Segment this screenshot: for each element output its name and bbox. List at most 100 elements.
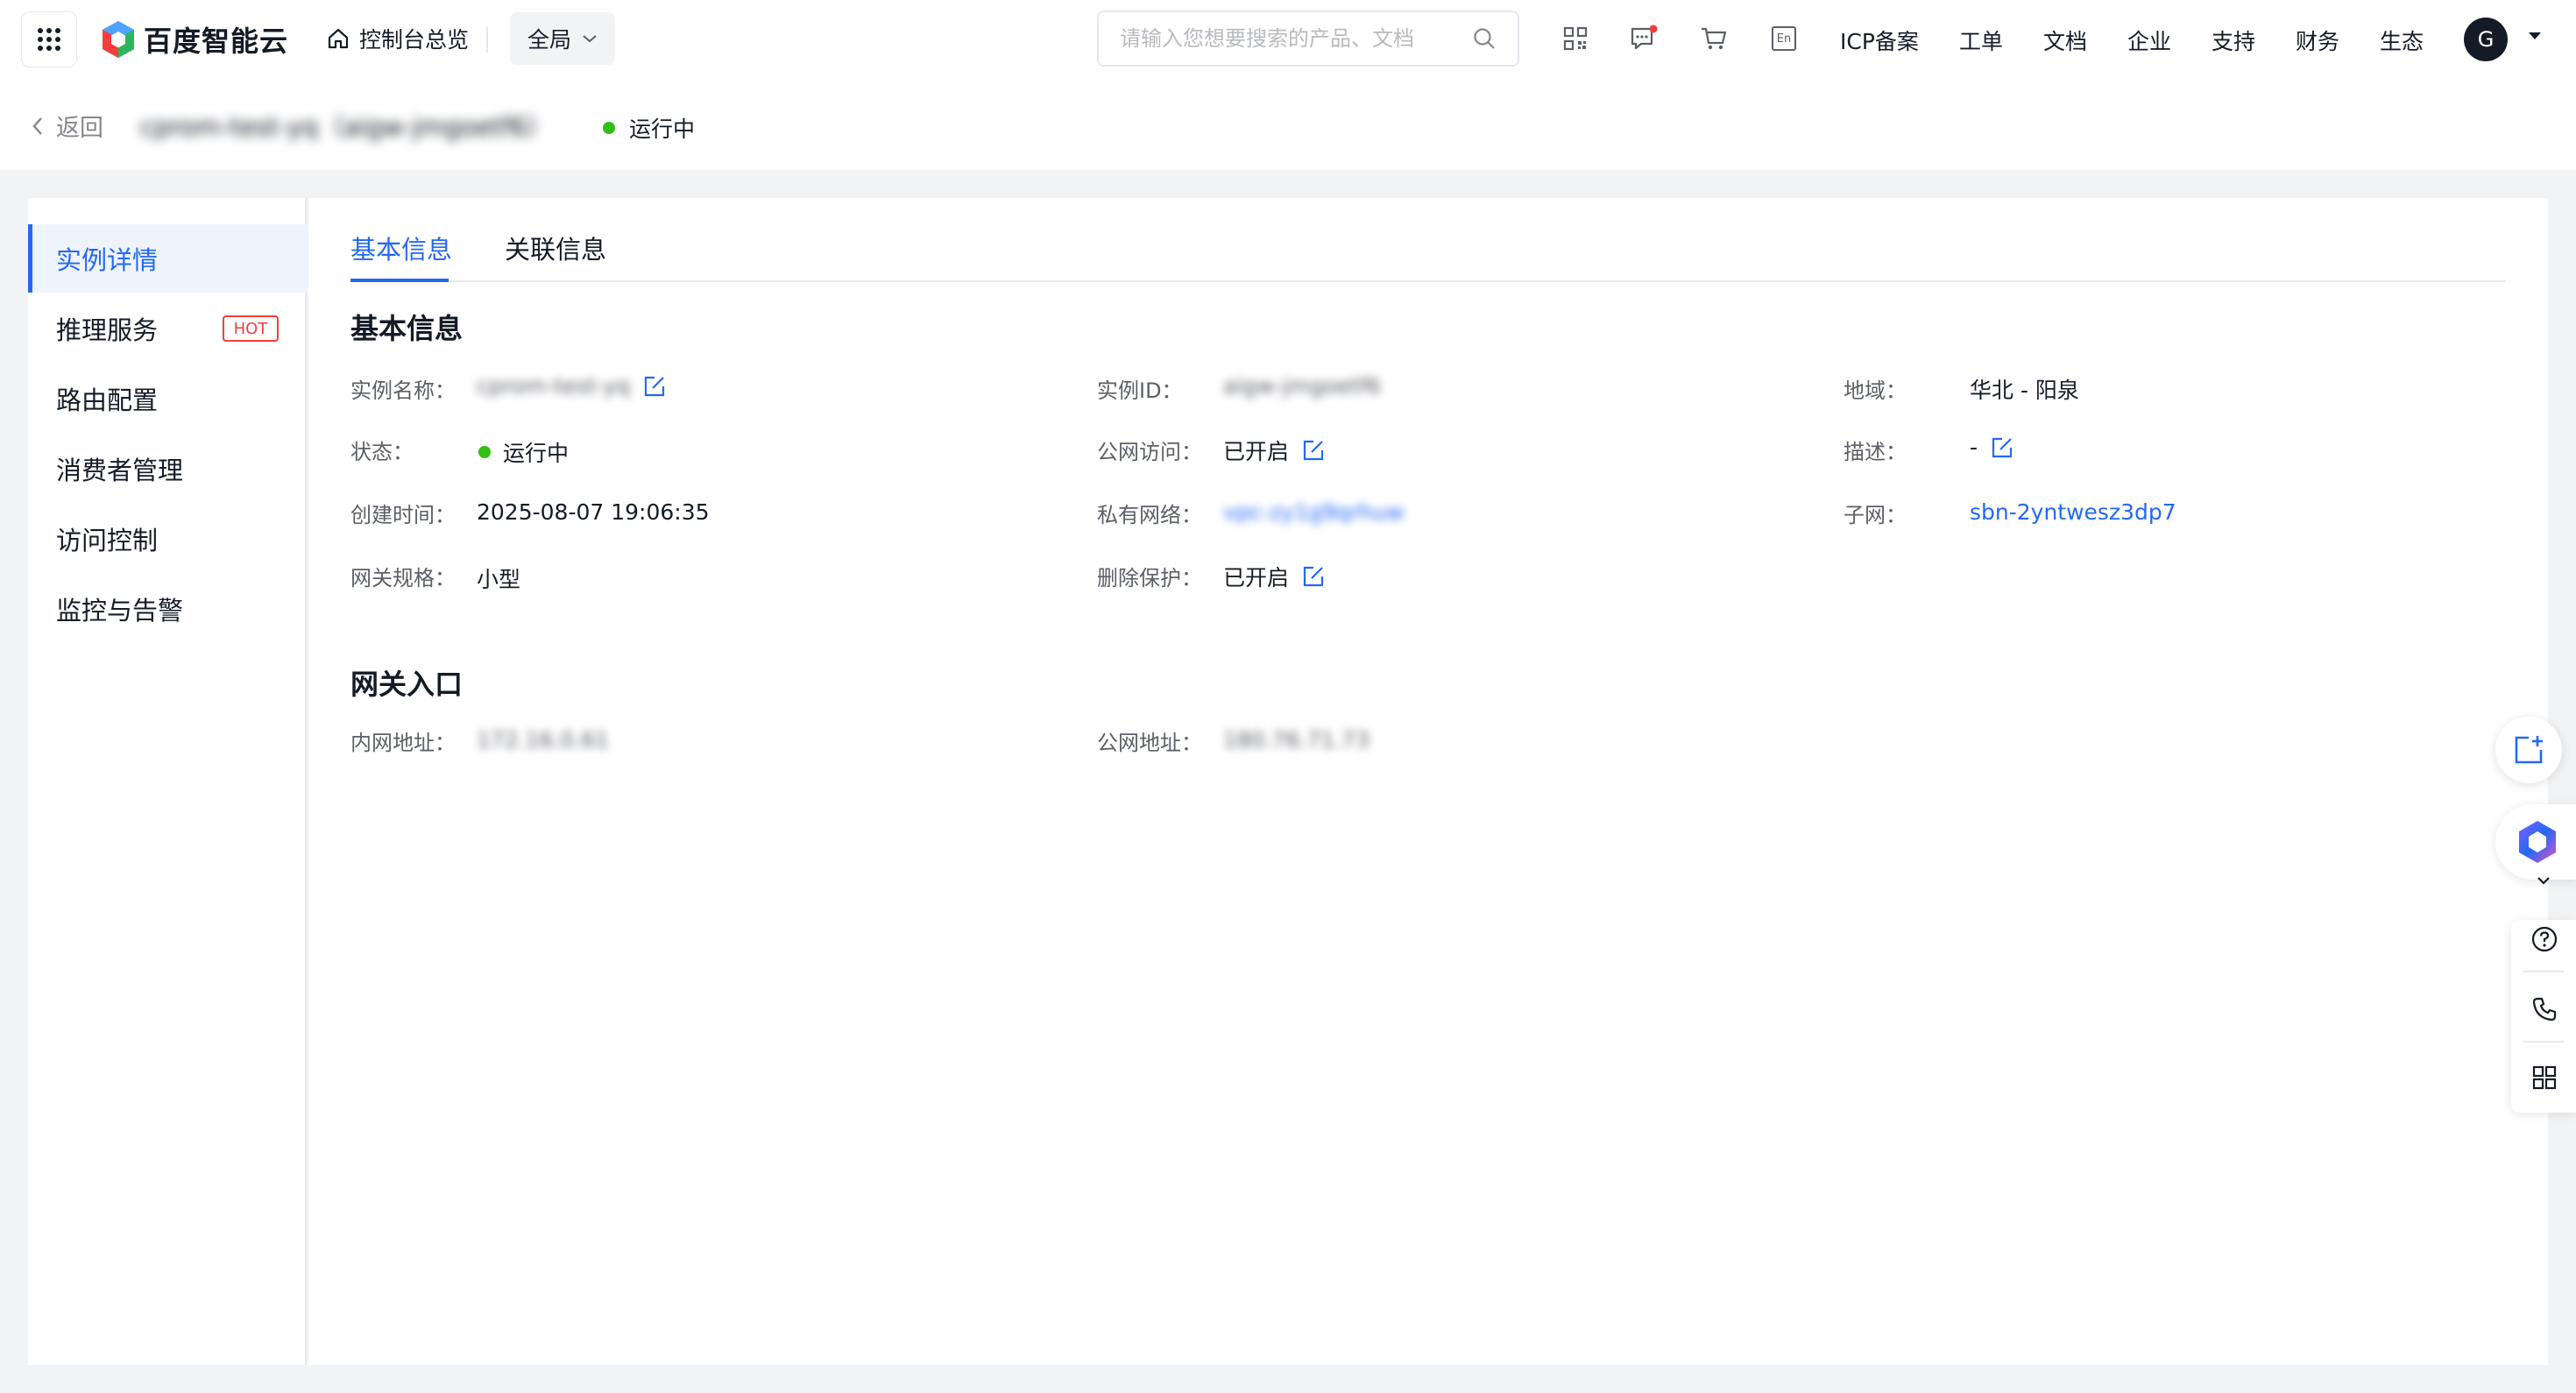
sidebar-item-access-control[interactable]: 访问控制: [28, 505, 307, 573]
subnet-label: 子网：: [1844, 503, 1907, 527]
region-scope-select[interactable]: 全局: [510, 12, 615, 65]
caret-down-icon[interactable]: [2527, 30, 2543, 42]
side-tools-panel: [2511, 877, 2576, 1113]
gateway-spec-label: 网关规格：: [350, 566, 456, 590]
ai-assistant-icon: [2519, 821, 2556, 863]
float-new-window-button[interactable]: [2495, 717, 2562, 783]
instance-name-value: cprom-test-yq: [477, 373, 667, 399]
basic-info-title: 基本信息: [350, 312, 464, 345]
tab-basic-info[interactable]: 基本信息: [350, 230, 452, 266]
region-value: 华北 - 阳泉: [1970, 378, 2079, 403]
scope-label: 全局: [527, 27, 571, 53]
baidu-cloud-logo-icon: [103, 21, 134, 58]
sidebar-item-label: 监控与告警: [56, 596, 184, 626]
avatar-letter: G: [2477, 27, 2495, 52]
delete-protection-value: 已开启: [1223, 561, 1326, 592]
created-time-label: 创建时间：: [350, 503, 456, 527]
sidebar-item-label: 路由配置: [56, 385, 159, 415]
phone-contact-button[interactable]: [2529, 993, 2560, 1025]
nav-link-ecosystem[interactable]: 生态: [2380, 25, 2424, 56]
inner-address-value: 172.16.0.61: [477, 727, 609, 753]
back-button[interactable]: 返回: [32, 109, 103, 143]
grid-icon: [38, 28, 60, 51]
search-input[interactable]: [1120, 26, 1453, 51]
public-address-label: 公网地址：: [1097, 731, 1202, 755]
apps-button[interactable]: [2529, 1062, 2560, 1093]
vpc-label: 私有网络：: [1097, 503, 1202, 527]
language-icon: En: [1772, 26, 1796, 51]
notification-dot: [1649, 25, 1658, 33]
status-label: 状态：: [350, 440, 414, 464]
top-navigation-bar: 百度智能云 控制台总览 全局 请输入您想要搜索的产品、文档 En ICP备案 工…: [0, 0, 2576, 82]
nav-link-icp[interactable]: ICP备案: [1840, 25, 1919, 56]
nav-link-finance[interactable]: 财务: [2296, 25, 2339, 56]
nav-divider: [486, 26, 488, 53]
panel-divider: [2523, 1041, 2564, 1043]
chevron-down-icon[interactable]: [2536, 874, 2551, 887]
region-label: 地域：: [1844, 378, 1907, 403]
instance-id-label: 实例ID：: [1097, 378, 1183, 403]
edit-icon[interactable]: [642, 374, 667, 399]
search-icon[interactable]: [1472, 26, 1497, 51]
main-content: 基本信息 关联信息 基本信息 实例名称： cprom-test-yq 状态： 运…: [308, 198, 2548, 1365]
subnet-link[interactable]: sbn-2yntwesz3dp7: [1970, 499, 2176, 525]
sidebar: 实例详情 推理服务 HOT 路由配置 消费者管理 访问控制 监控与告警: [28, 198, 307, 1365]
brand-logo[interactable]: 百度智能云: [100, 19, 288, 60]
edit-icon[interactable]: [1301, 438, 1326, 463]
vpc-link[interactable]: vpc-zy1g9qrhuw: [1223, 499, 1405, 525]
app-grid-button[interactable]: [21, 11, 77, 67]
global-search[interactable]: [1097, 11, 1519, 67]
user-avatar[interactable]: G: [2464, 18, 2508, 61]
edit-icon[interactable]: [1990, 435, 2014, 460]
nav-link-ticket[interactable]: 工单: [1959, 25, 2003, 56]
instance-id-text: aigw-jmgoetf6: [1223, 373, 1381, 399]
sidebar-item-inference-service[interactable]: 推理服务 HOT: [28, 294, 307, 363]
console-home-label: 控制台总览: [359, 27, 470, 53]
nav-link-docs[interactable]: 文档: [2043, 25, 2087, 56]
edit-icon[interactable]: [1301, 564, 1326, 589]
active-tab-indicator: [350, 279, 449, 282]
tab-related-info[interactable]: 关联信息: [505, 230, 606, 266]
delete-protection-label: 删除保护：: [1097, 566, 1202, 590]
instance-name-text: cprom-test-yq: [477, 373, 631, 399]
nav-link-support[interactable]: 支持: [2212, 25, 2255, 56]
chevron-left-icon: [32, 117, 42, 135]
gateway-entry-title: 网关入口: [350, 668, 464, 701]
panel-divider: [2523, 971, 2564, 972]
status-dot: [603, 122, 615, 134]
description-value: -: [1970, 435, 2014, 460]
phone-icon: [2532, 997, 2557, 1022]
back-label: 返回: [56, 115, 103, 142]
cart-icon: [1702, 27, 1727, 50]
qr-code-icon: [1563, 26, 1588, 51]
cart-button[interactable]: [1698, 23, 1730, 54]
detail-tabs: 基本信息 关联信息: [350, 198, 2506, 282]
inner-address-label: 内网地址：: [350, 731, 456, 755]
sidebar-item-consumer-management[interactable]: 消费者管理: [28, 435, 307, 503]
status-text: 运行中: [503, 441, 570, 466]
public-address-text: 180.76.71.73: [1223, 727, 1369, 753]
help-icon: [2531, 926, 2558, 952]
ai-assistant-button[interactable]: [2495, 804, 2576, 880]
brand-name: 百度智能云: [144, 25, 289, 58]
inner-address-text: 172.16.0.61: [477, 727, 610, 753]
header-status-badge: 运行中: [603, 112, 695, 144]
console-home-link[interactable]: 控制台总览: [326, 23, 469, 54]
public-address-value: 180.76.71.73: [1223, 727, 1369, 753]
sidebar-item-instance-detail[interactable]: 实例详情: [28, 224, 307, 293]
sidebar-item-label: 访问控制: [56, 526, 159, 555]
help-button[interactable]: [2529, 923, 2560, 955]
nav-link-enterprise[interactable]: 企业: [2127, 25, 2171, 56]
messages-button[interactable]: [1628, 23, 1660, 54]
public-access-value: 已开启: [1223, 435, 1326, 466]
vpc-value[interactable]: vpc-zy1g9qrhuw: [1223, 499, 1405, 525]
apps-icon: [2532, 1065, 2557, 1090]
language-button[interactable]: En: [1768, 23, 1800, 54]
gateway-spec-value: 小型: [477, 567, 521, 592]
sidebar-item-route-config[interactable]: 路由配置: [28, 364, 307, 433]
sidebar-item-label: 实例详情: [56, 245, 159, 275]
qr-code-button[interactable]: [1560, 23, 1591, 54]
public-access-label: 公网访问：: [1097, 440, 1202, 464]
instance-title: cprom-test-yq（aigw-jmgoetf6）: [140, 112, 553, 142]
sidebar-item-monitoring-alerts[interactable]: 监控与告警: [28, 575, 307, 643]
